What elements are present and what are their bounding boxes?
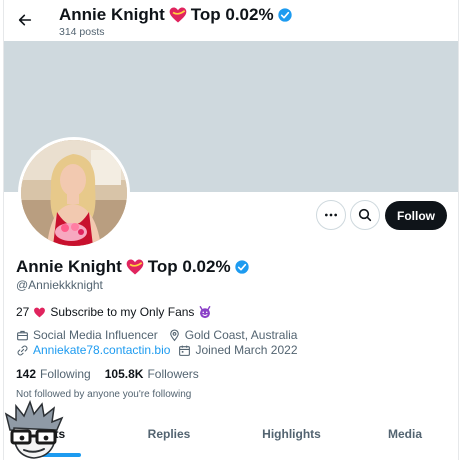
profile-meta-row: Social Media Influencer Gold Coast, Aust… bbox=[16, 327, 297, 343]
avatar[interactable] bbox=[18, 137, 130, 249]
heart-ribbon-icon bbox=[126, 259, 144, 275]
category-text: Social Media Influencer bbox=[33, 328, 158, 342]
posts-count: 314 posts bbox=[59, 26, 105, 38]
heart-ribbon-icon bbox=[169, 7, 187, 23]
tab-media[interactable]: Media bbox=[374, 427, 436, 460]
bio-text: Subscribe to my Only Fans bbox=[50, 305, 195, 319]
location-pin-icon bbox=[169, 329, 179, 341]
tab-replies[interactable]: Replies bbox=[134, 427, 204, 460]
tab-label: Media bbox=[387, 427, 422, 441]
followers-label: Followers bbox=[147, 367, 199, 381]
smiling-devil-icon bbox=[200, 306, 211, 319]
tab-highlights[interactable]: Highlights bbox=[249, 427, 334, 460]
tab-label: Replies bbox=[147, 427, 191, 441]
more-options-button[interactable] bbox=[316, 200, 346, 230]
search-profile-button[interactable] bbox=[350, 200, 380, 230]
verified-badge-icon[interactable] bbox=[234, 259, 250, 275]
profile-page: Annie Knight Top 0.02% 314 posts Follow … bbox=[3, 0, 459, 460]
profile-meta-row: Anniekate78.contactin.bio Joined March 2… bbox=[16, 342, 298, 358]
followers-count: 105.8K bbox=[104, 367, 144, 381]
ellipsis-icon bbox=[325, 213, 337, 217]
website-item: Anniekate78.contactin.bio bbox=[16, 343, 170, 357]
mutual-followers-note: Not followed by anyone you're following bbox=[16, 389, 192, 400]
search-icon bbox=[358, 208, 372, 222]
profile-name: Annie Knight Top 0.02% bbox=[16, 255, 250, 279]
profile-handle: @Anniekkknight bbox=[16, 278, 103, 292]
header-title: Annie Knight Top 0.02% bbox=[59, 3, 293, 27]
calendar-icon bbox=[179, 345, 191, 356]
profile-bio: 27 Subscribe to my Only Fans bbox=[16, 303, 212, 321]
avatar-photo bbox=[21, 140, 127, 246]
location-item: Gold Coast, Australia bbox=[168, 328, 298, 342]
link-icon bbox=[17, 345, 28, 355]
location-text: Gold Coast, Australia bbox=[184, 328, 298, 342]
follow-button[interactable]: Follow bbox=[385, 201, 447, 230]
nerd-face-sticker-icon bbox=[4, 400, 64, 459]
verified-badge-icon bbox=[277, 8, 292, 22]
follow-stats: 142 Following 105.8K Followers bbox=[16, 365, 199, 383]
website-link[interactable]: Anniekate78.contactin.bio bbox=[33, 343, 170, 357]
following-label: Following bbox=[40, 367, 91, 381]
profile-badge: Top 0.02% bbox=[147, 257, 231, 276]
followers-link[interactable]: 105.8K Followers bbox=[105, 367, 199, 381]
joined-text: Joined March 2022 bbox=[195, 343, 298, 357]
header-badge: Top 0.02% bbox=[190, 5, 274, 24]
header-name: Annie Knight bbox=[59, 5, 165, 24]
joined-item: Joined March 2022 bbox=[178, 343, 298, 357]
arrow-left-icon bbox=[18, 14, 32, 26]
bio-age: 27 bbox=[16, 305, 30, 319]
display-name: Annie Knight bbox=[16, 257, 122, 276]
tab-label: Highlights bbox=[262, 427, 321, 441]
back-button[interactable] bbox=[14, 9, 36, 31]
following-count: 142 bbox=[16, 367, 37, 381]
following-link[interactable]: 142 Following bbox=[16, 367, 91, 381]
category-item: Social Media Influencer bbox=[16, 328, 158, 342]
briefcase-icon bbox=[17, 330, 28, 340]
red-heart-icon bbox=[34, 307, 46, 317]
